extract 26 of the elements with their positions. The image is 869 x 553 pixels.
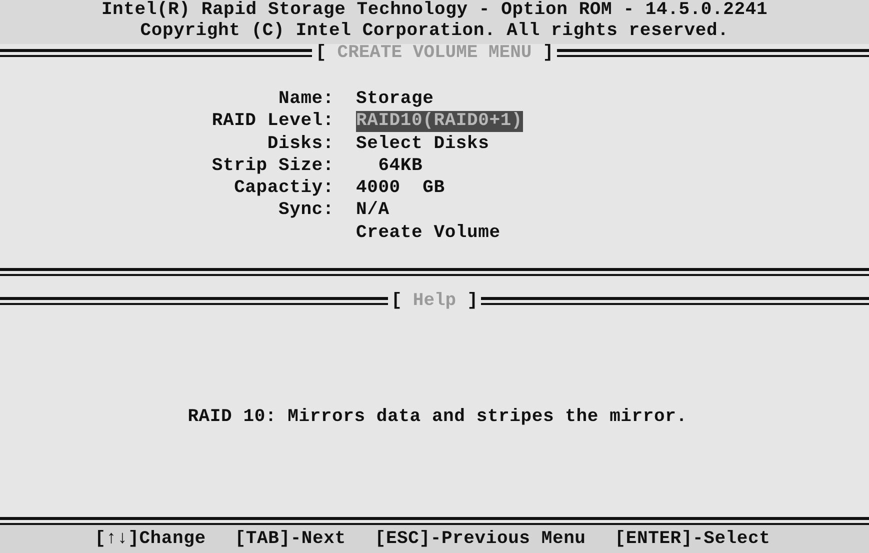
- help-text: RAID 10: Mirrors data and stripes the mirror.: [188, 406, 688, 426]
- field-value[interactable]: 64KB: [356, 156, 423, 176]
- create-volume-option[interactable]: Create Volume: [356, 222, 500, 243]
- key-hint: [ENTER]-Select: [614, 529, 770, 549]
- bracket: ]: [542, 44, 555, 62]
- menu-title: CREATE VOLUME MENU: [336, 44, 533, 62]
- bracket: [: [314, 44, 328, 62]
- help-title: Help: [412, 292, 458, 310]
- field-value[interactable]: 4000 GB: [356, 178, 445, 198]
- header-text: Copyright (C) Intel Corporation. All rights reserved.: [140, 21, 729, 42]
- field-label: Strip Size:: [212, 154, 334, 178]
- bracket: [: [390, 292, 403, 310]
- key-hint: [↑↓]Change: [94, 529, 206, 549]
- key-hint: [ESC]-Previous Menu: [374, 529, 586, 549]
- bracket: ]: [466, 292, 479, 310]
- header-text: Intel(R) Rapid Storage Technology - Option ROM - 14.5.0.2241: [101, 0, 768, 21]
- field-label: Sync:: [278, 199, 334, 222]
- field-value[interactable]: RAID10(RAID0+1): [356, 111, 523, 132]
- field-label: Capactiy:: [234, 177, 334, 200]
- field-value[interactable]: Select Disks: [356, 134, 490, 154]
- field-label: RAID Level:: [212, 110, 334, 133]
- field-value[interactable]: Storage: [356, 89, 434, 110]
- key-hint: [TAB]-Next: [234, 529, 346, 549]
- field-label: Name:: [278, 88, 334, 110]
- field-value[interactable]: N/A: [356, 200, 390, 221]
- field-label: Disks:: [267, 132, 334, 155]
